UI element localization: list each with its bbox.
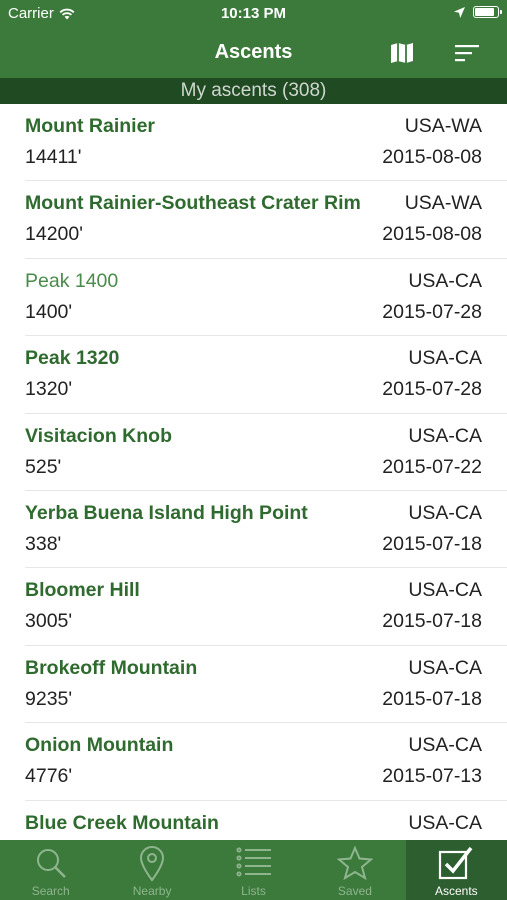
tab-label: Saved (337, 884, 372, 898)
peak-elevation: 1400' (25, 300, 73, 323)
sort-icon (455, 45, 479, 62)
list-item[interactable]: Brokeoff Mountain USA-CA 9235' 2015-07-18 (25, 646, 507, 724)
sort-button[interactable] (453, 40, 481, 66)
ascent-date: 2015-07-18 (382, 687, 482, 710)
section-header: My ascents (308) (0, 78, 507, 104)
ascent-date: 2015-07-22 (382, 455, 482, 478)
list-item[interactable]: Mount Rainier-Southeast Crater Rim USA-WA… (25, 181, 507, 259)
list-item[interactable]: Peak 1400 USA-CA 1400' 2015-07-28 (25, 259, 507, 337)
peak-elevation: 525' (25, 455, 62, 478)
tab-bar: Search Nearby Lists Saved Ascents (0, 840, 507, 900)
tab-search[interactable]: Search (0, 840, 101, 900)
peak-state: USA-CA (408, 811, 482, 834)
tab-saved[interactable]: Saved (304, 840, 405, 900)
list-item[interactable]: Blue Creek Mountain USA-CA (25, 801, 507, 840)
peak-state: USA-CA (408, 656, 482, 679)
status-bar: Carrier 10:13 PM (0, 0, 507, 30)
list-icon (236, 846, 272, 883)
ascent-date: 2015-07-18 (382, 532, 482, 555)
ascent-date: 2015-07-18 (382, 610, 482, 633)
search-icon (34, 846, 68, 885)
peak-name: Mount Rainier-Southeast Crater Rim (25, 192, 361, 215)
battery-icon (473, 6, 502, 18)
list-item[interactable]: Mount Rainier USA-WA 14411' 2015-08-08 (25, 104, 507, 182)
peak-elevation: 338' (25, 532, 62, 555)
tab-lists[interactable]: Lists (203, 840, 304, 900)
star-icon (336, 845, 374, 885)
peak-name: Peak 1320 (25, 347, 120, 370)
peak-state: USA-CA (408, 347, 482, 370)
peak-state: USA-CA (408, 734, 482, 757)
list-item[interactable]: Onion Mountain USA-CA 4776' 2015-07-13 (25, 723, 507, 801)
peak-elevation: 14200' (25, 223, 83, 246)
peak-state: USA-CA (408, 424, 482, 447)
peak-name: Peak 1400 (25, 269, 119, 292)
location-pin-icon (138, 846, 166, 887)
map-icon (391, 43, 413, 63)
list-item[interactable]: Bloomer Hill USA-CA 3005' 2015-07-18 (25, 568, 507, 646)
ascent-date: 2015-08-08 (382, 146, 482, 168)
tab-label: Ascents (434, 884, 478, 898)
location-arrow-icon (454, 6, 465, 18)
peak-state: USA-CA (408, 269, 482, 292)
peak-state: USA-CA (408, 501, 482, 524)
tab-label: Nearby (132, 884, 172, 898)
ascent-date: 2015-07-28 (382, 378, 482, 401)
peak-elevation: 9235' (25, 687, 73, 710)
list-item[interactable]: Peak 1320 USA-CA 1320' 2015-07-28 (25, 336, 507, 414)
peak-name: Brokeoff Mountain (25, 656, 198, 679)
battery-level (475, 8, 494, 16)
status-time: 10:13 PM (220, 5, 287, 22)
peak-elevation: 1320' (25, 378, 73, 401)
peak-elevation: 4776' (25, 765, 73, 788)
peak-state: USA-CA (408, 579, 482, 602)
tab-label: Search (31, 884, 70, 898)
peak-elevation: 14411' (25, 146, 82, 168)
status-right (454, 6, 502, 18)
navigation-bar: Ascents (0, 30, 507, 78)
tab-ascents[interactable]: Ascents (405, 840, 507, 900)
list-item[interactable]: Yerba Buena Island High Point USA-CA 338' 2… (25, 491, 507, 569)
peak-name: Yerba Buena Island High Point (25, 501, 308, 524)
peak-name: Onion Mountain (25, 734, 174, 757)
peak-name: Bloomer Hill (25, 579, 140, 602)
peak-name: Mount Rainier (25, 115, 155, 137)
peak-elevation: 3005' (25, 610, 73, 633)
ascent-date: 2015-08-08 (382, 223, 482, 246)
peak-state: USA-WA (404, 192, 482, 215)
map-button[interactable] (388, 40, 416, 66)
tab-nearby[interactable]: Nearby (101, 840, 202, 900)
checkbox-icon (438, 846, 474, 885)
peak-name: Visitacion Knob (25, 424, 172, 447)
ascent-date: 2015-07-28 (382, 300, 482, 323)
tab-label: Lists (241, 884, 266, 898)
peak-state: USA-WA (404, 115, 482, 137)
ascent-date: 2015-07-13 (382, 765, 482, 788)
peak-name: Blue Creek Mountain (25, 811, 219, 834)
page-title: Ascents (214, 41, 293, 63)
ascent-list[interactable]: Mount Rainier USA-WA 14411' 2015-08-08 Mount… (0, 104, 507, 840)
list-item[interactable]: Visitacion Knob USA-CA 525' 2015-07-22 (25, 414, 507, 491)
